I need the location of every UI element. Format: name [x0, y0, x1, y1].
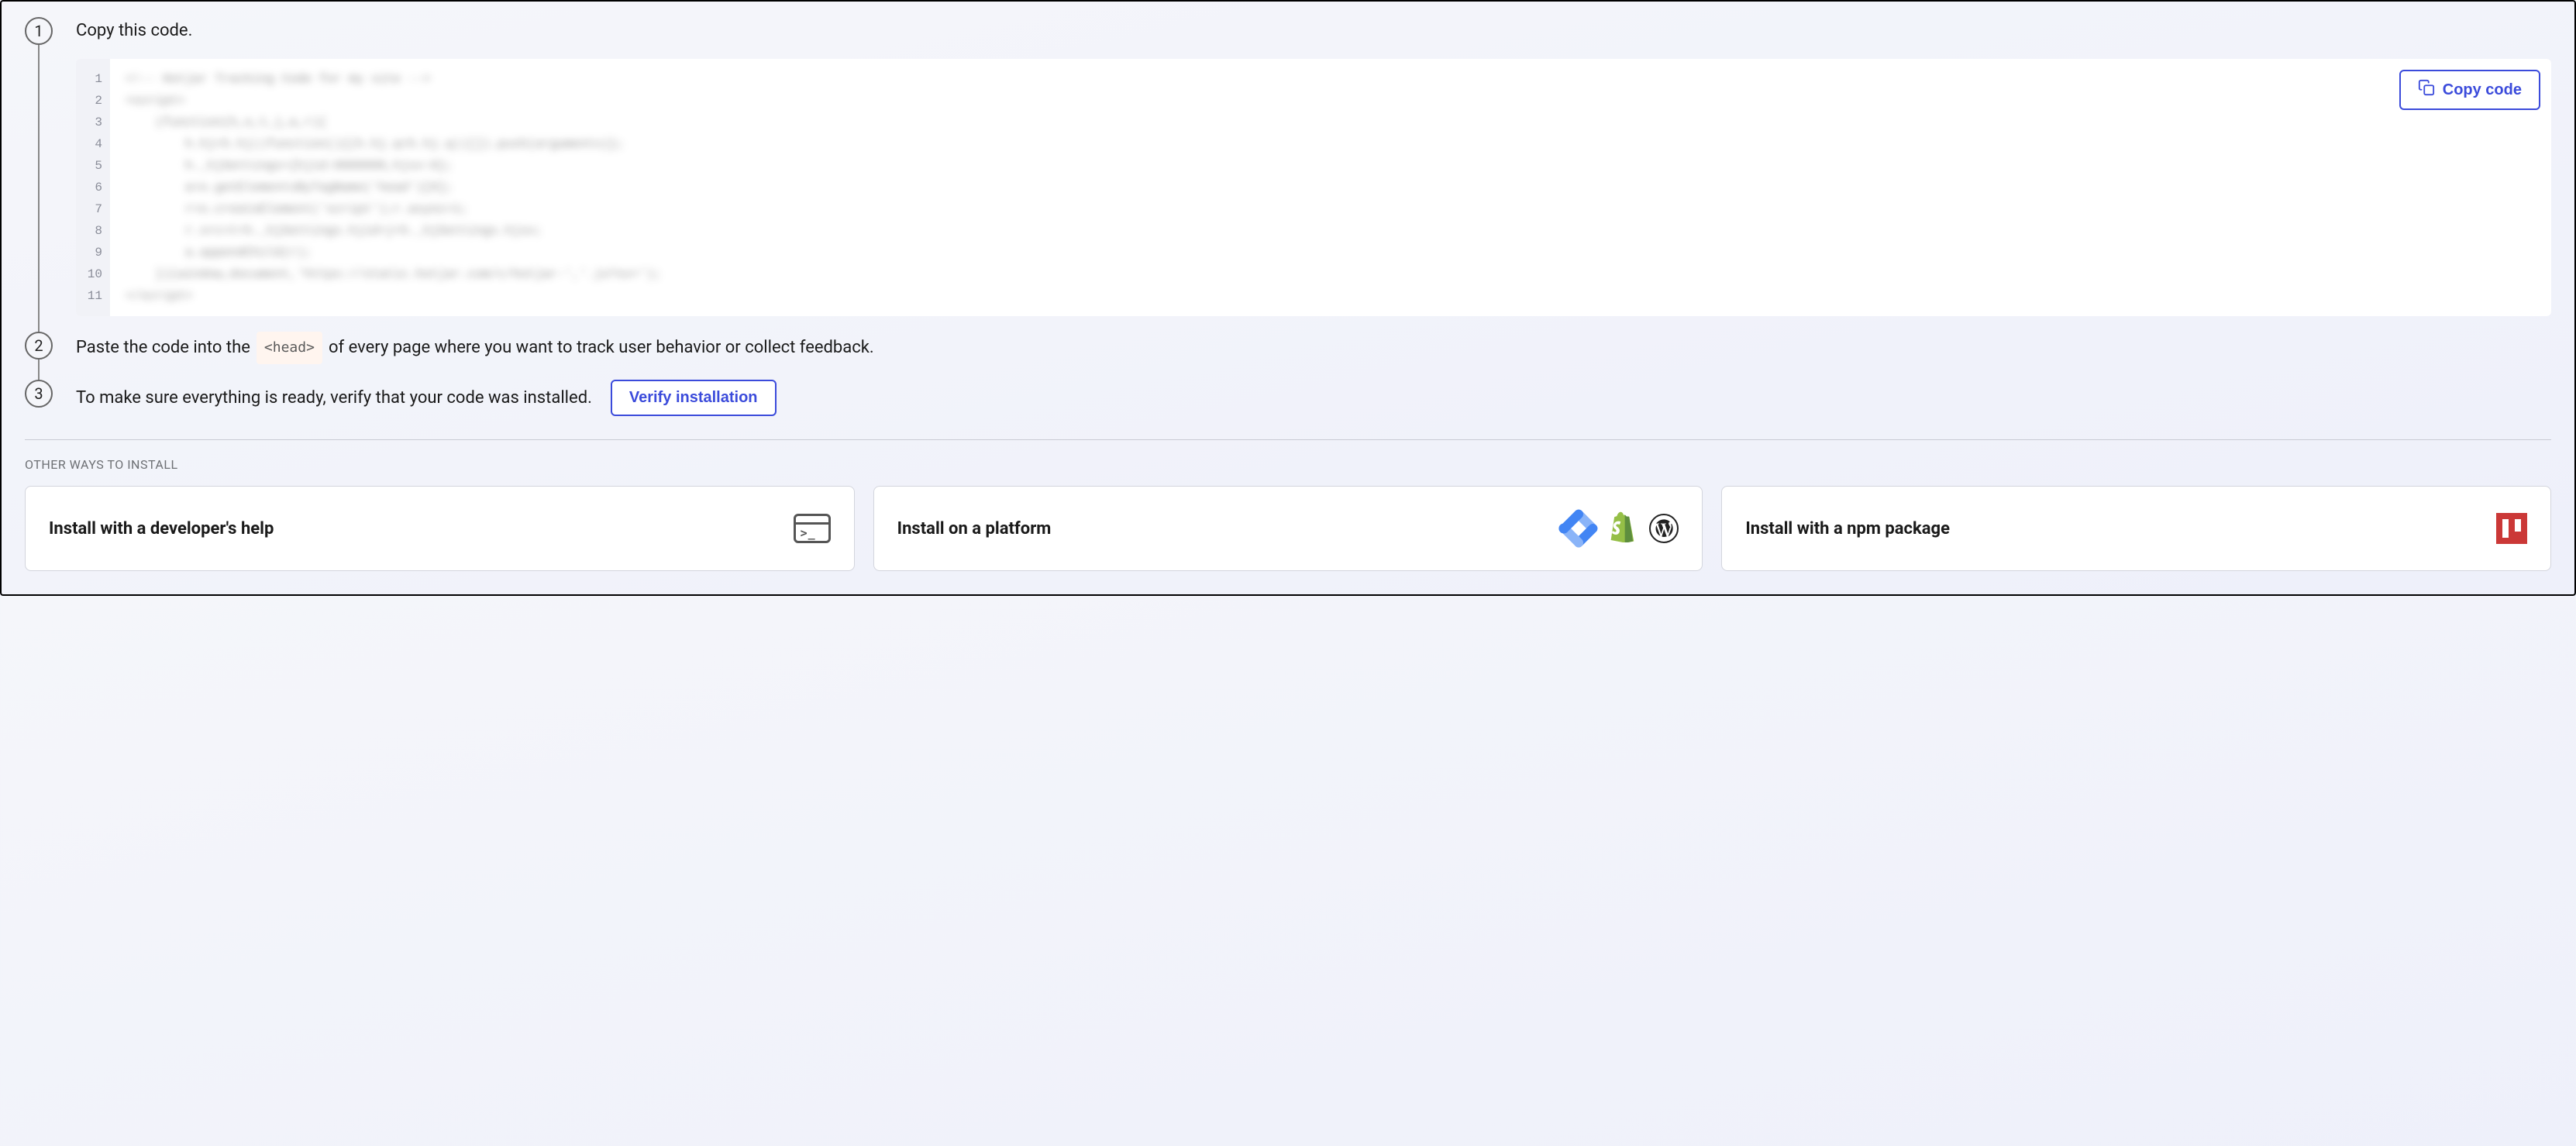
- code-gutter: 1234567891011: [76, 59, 110, 316]
- step-1-marker: 1: [25, 17, 53, 45]
- copy-icon: [2418, 79, 2435, 101]
- copy-code-button[interactable]: Copy code: [2399, 70, 2540, 110]
- install-platform-title: Install on a platform: [897, 519, 1052, 539]
- step-1-text: Copy this code.: [76, 17, 2551, 45]
- install-npm-title: Install with a npm package: [1745, 519, 1950, 539]
- step-2-text-before: Paste the code into the: [76, 334, 250, 362]
- install-npm-card[interactable]: Install with a npm package: [1721, 486, 2551, 571]
- code-block: Copy code 1234567891011 <!-- Hotjar Trac…: [76, 59, 2551, 316]
- step-3-text: To make sure everything is ready, verify…: [76, 384, 592, 412]
- step-2-marker: 2: [25, 332, 53, 360]
- step-2-text-after: of every page where you want to track us…: [329, 334, 874, 362]
- gtm-icon: [1558, 508, 1600, 549]
- wordpress-icon: [1649, 514, 1679, 543]
- code-body: <!-- Hotjar Tracking Code for my site --…: [110, 59, 2551, 316]
- terminal-icon: [794, 514, 831, 543]
- step-3-marker: 3: [25, 380, 53, 408]
- npm-icon: [2496, 513, 2527, 544]
- install-developer-title: Install with a developer's help: [49, 519, 274, 539]
- install-platform-card[interactable]: Install on a platform: [873, 486, 1703, 571]
- install-developer-card[interactable]: Install with a developer's help: [25, 486, 855, 571]
- shopify-icon: [1607, 511, 1635, 545]
- copy-code-label: Copy code: [2443, 81, 2522, 99]
- head-code-tag: <head>: [257, 332, 322, 364]
- divider: [25, 439, 2551, 440]
- other-ways-label: OTHER WAYS TO INSTALL: [25, 457, 2551, 472]
- verify-installation-button[interactable]: Verify installation: [611, 380, 777, 416]
